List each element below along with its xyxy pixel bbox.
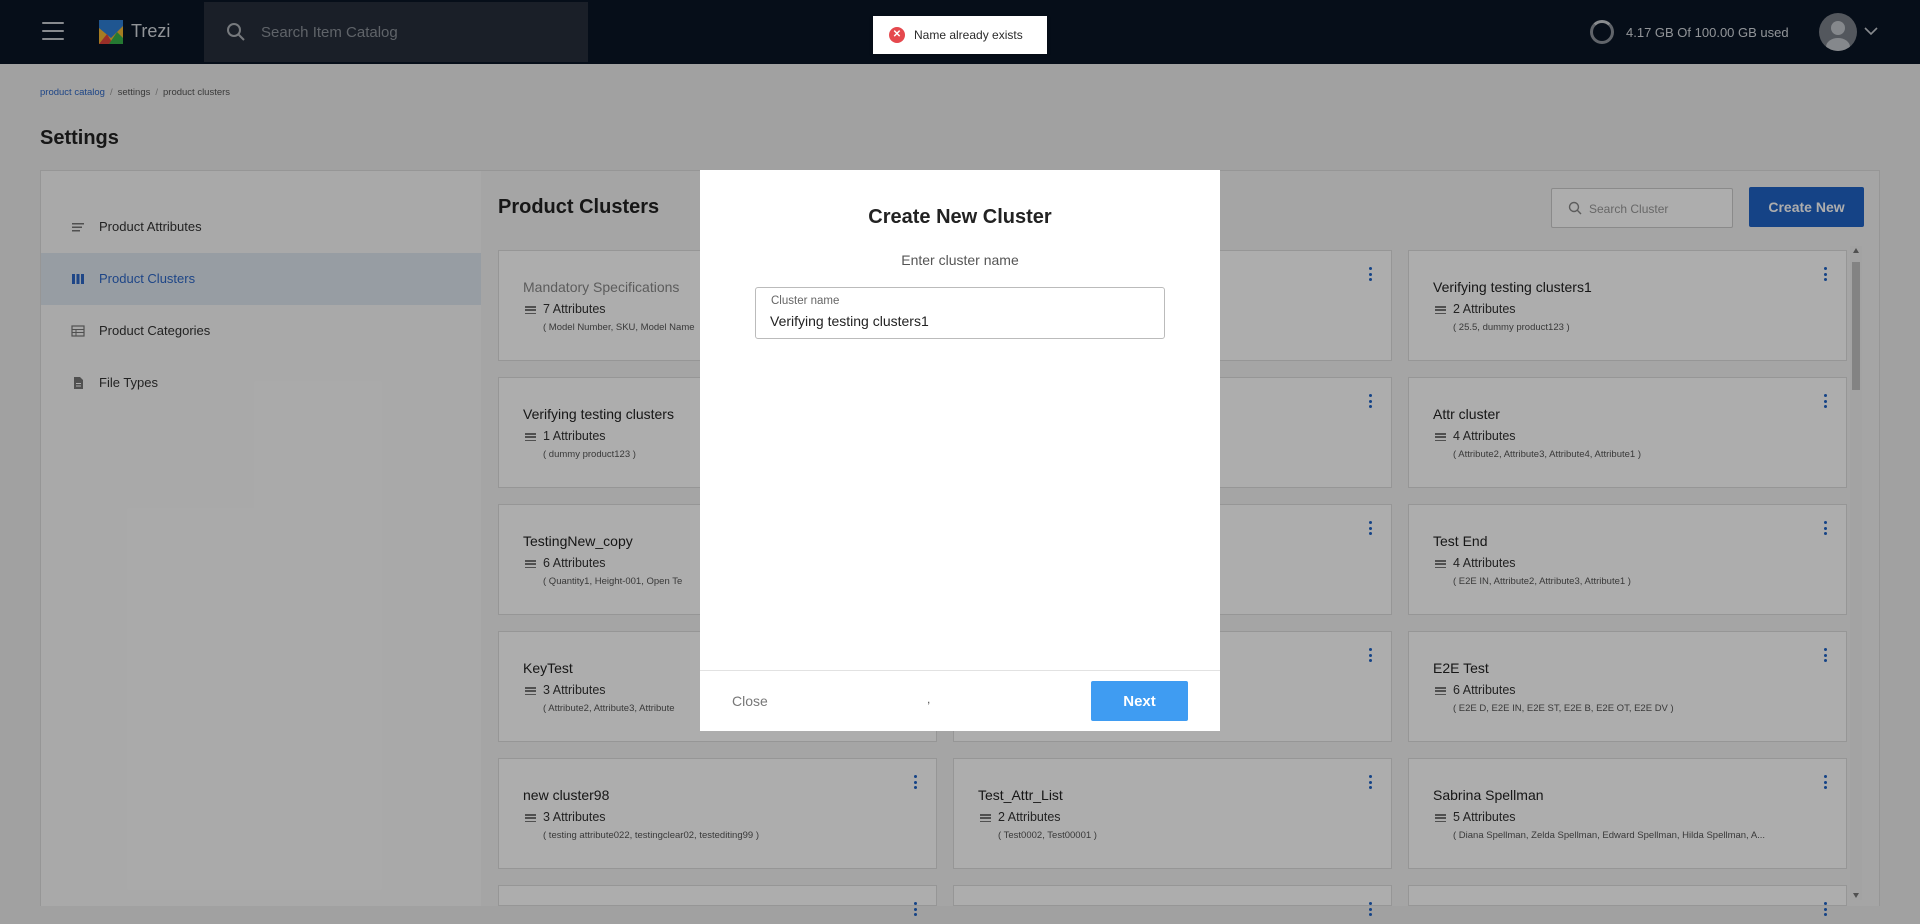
cluster-name-input[interactable] (770, 313, 1150, 329)
footer-text: , (927, 692, 931, 706)
create-cluster-dialog: Create New Cluster Enter cluster name Cl… (700, 170, 1220, 731)
error-toast: ✕ Name already exists (873, 16, 1047, 54)
error-icon: ✕ (889, 27, 905, 43)
close-button[interactable]: Close (732, 693, 768, 709)
next-button[interactable]: Next (1091, 681, 1188, 721)
cluster-name-field[interactable]: Cluster name (755, 287, 1165, 339)
dialog-divider (700, 670, 1220, 671)
toast-message: Name already exists (914, 28, 1023, 42)
dialog-subtitle: Enter cluster name (901, 252, 1019, 268)
dialog-title: Create New Cluster (868, 206, 1052, 228)
field-label: Cluster name (771, 295, 840, 307)
